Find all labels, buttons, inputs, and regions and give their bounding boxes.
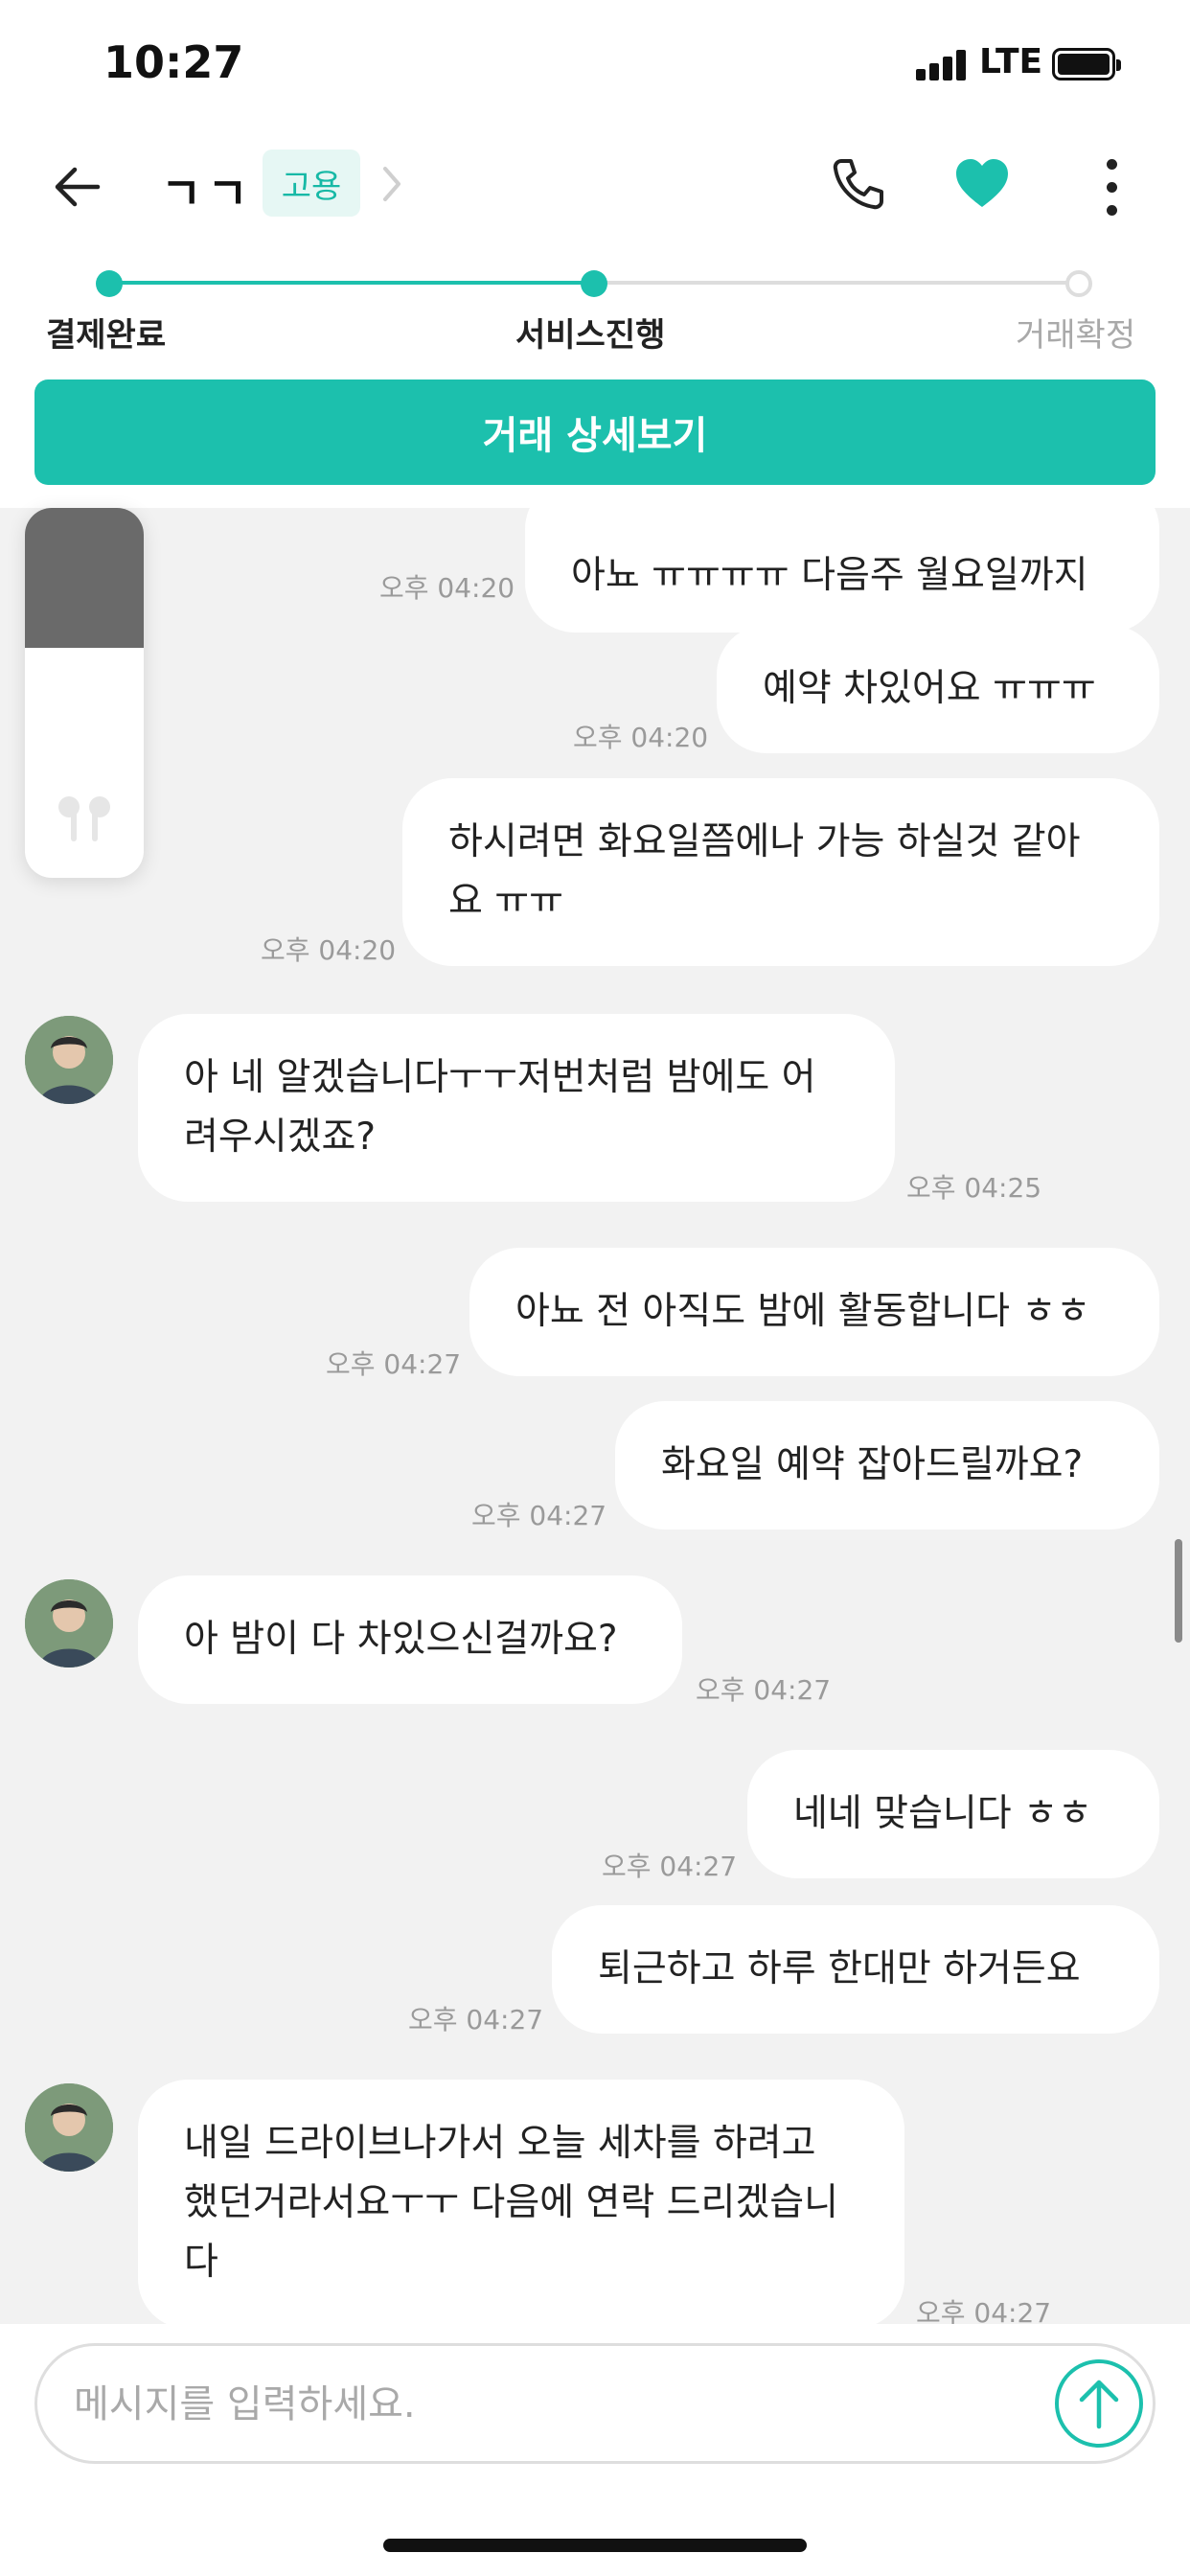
home-indicator	[383, 2539, 807, 2552]
network-label: LTE	[979, 42, 1043, 81]
message-bubble-them: 내일 드라이브나가서 오늘 세차를 하려고 했던거라서요ㅜㅜ 다음에 연락 드리…	[138, 2080, 904, 2324]
message-text: 퇴근하고 하루 한대만 하거든요	[598, 1947, 1081, 1990]
message-text: 아 네 알겠습니다ㅜㅜ저번처럼 밤에도 어려우시겠죠?	[184, 1056, 816, 1159]
message-time: 오후 04:27	[408, 2004, 544, 2036]
volume-level-fill	[25, 508, 144, 648]
message-time: 오후 04:20	[573, 722, 709, 753]
message-time: 오후 04:25	[906, 1172, 1042, 1204]
message-text: 하시려면 화요일쯤에나 가능 하실것 같아요 ㅠㅠ	[448, 820, 1081, 923]
send-arrow-icon[interactable]	[1053, 2358, 1145, 2450]
step-label-in-progress: 서비스진행	[515, 316, 666, 355]
more-icon[interactable]	[1102, 159, 1121, 217]
message-text: 네네 맞습니다 ㅎㅎ	[793, 1792, 1092, 1835]
message-time: 오후 04:27	[471, 1500, 607, 1531]
chevron-right-icon[interactable]	[378, 163, 406, 205]
message-text: 아뇨 전 아직도 밤에 활동합니다 ㅎㅎ	[515, 1290, 1091, 1333]
phone-icon[interactable]	[828, 153, 889, 215]
message-input[interactable]	[74, 2369, 1032, 2440]
earbuds-icon	[58, 796, 110, 841]
earbuds-volume-overlay[interactable]	[25, 508, 144, 878]
message-text: 아 밤이 다 차있으신걸까요?	[184, 1618, 618, 1661]
message-time: 오후 04:27	[696, 1674, 832, 1706]
message-time: 오후 04:27	[916, 2297, 1052, 2324]
signal-icon	[916, 50, 970, 80]
status-bar: 10:27 LTE	[0, 0, 1190, 125]
transaction-progress: 결제완료 서비스진행 거래확정	[0, 259, 1190, 364]
back-arrow-icon[interactable]	[48, 155, 111, 218]
message-bubble-them: 아 네 알겠습니다ㅜㅜ저번처럼 밤에도 어려우시겠죠?	[138, 1014, 895, 1202]
step-label-confirmed: 거래확정	[1016, 316, 1136, 355]
message-bubble-me: 퇴근하고 하루 한대만 하거든요	[552, 1905, 1159, 2034]
message-bubble-me: 예약 차있어요 ㅠㅠㅠ	[717, 625, 1159, 753]
message-time: 오후 04:27	[326, 1348, 462, 1380]
message-bubble-me: 아뇨 ㅠㅠㅠㅠ 다음주 월요일까지	[525, 508, 1159, 632]
message-time: 오후 04:20	[261, 934, 397, 966]
progress-line-done	[109, 281, 594, 285]
chat-title[interactable]: ㄱㄱ	[161, 159, 254, 222]
avatar[interactable]	[25, 2083, 113, 2172]
avatar[interactable]	[25, 1016, 113, 1104]
heart-icon[interactable]	[952, 155, 1012, 213]
message-time: 오후 04:20	[379, 572, 515, 604]
status-time: 10:27	[103, 36, 244, 88]
message-input-wrapper	[34, 2343, 1156, 2464]
avatar[interactable]	[25, 1579, 113, 1668]
transaction-detail-button[interactable]: 거래 상세보기	[34, 380, 1156, 485]
message-time: 오후 04:27	[602, 1851, 738, 1882]
message-bubble-me: 아뇨 전 아직도 밤에 활동합니다 ㅎㅎ	[469, 1248, 1159, 1376]
step-label-paid: 결제완료	[46, 316, 167, 355]
message-bubble-them: 아 밤이 다 차있으신걸까요?	[138, 1576, 682, 1704]
message-text: 예약 차있어요 ㅠㅠㅠ	[763, 667, 1096, 710]
message-bubble-me: 화요일 예약 잡아드릴까요?	[615, 1401, 1159, 1530]
message-text: 내일 드라이브나가서 오늘 세차를 하려고 했던거라서요ㅜㅜ 다음에 연락 드리…	[184, 2122, 839, 2284]
hire-badge: 고용	[263, 150, 360, 217]
message-bubble-me: 하시려면 화요일쯤에나 가능 하실것 같아요 ㅠㅠ	[402, 778, 1159, 966]
top-area: 10:27 LTE ㄱㄱ 고용 결제완료 서비스진행 거래확정 거래 상세보기	[0, 0, 1190, 508]
progress-line-pending	[594, 281, 1081, 285]
step-dot-in-progress	[581, 270, 607, 297]
message-composer	[0, 2324, 1190, 2576]
chat-scrollbar[interactable]	[1175, 1539, 1182, 1643]
battery-icon	[1052, 48, 1121, 80]
message-bubble-me: 네네 맞습니다 ㅎㅎ	[747, 1750, 1159, 1878]
message-text: 아뇨 ㅠㅠㅠㅠ 다음주 월요일까지	[571, 554, 1088, 597]
chat-header: ㄱㄱ 고용	[0, 134, 1190, 240]
message-text: 화요일 예약 잡아드릴까요?	[661, 1443, 1084, 1486]
chat-area[interactable]: 아뇨 ㅠㅠㅠㅠ 다음주 월요일까지 오후 04:20 예약 차있어요 ㅠㅠㅠ 오…	[0, 508, 1190, 2324]
step-dot-paid	[96, 270, 123, 297]
step-dot-confirmed	[1065, 270, 1092, 297]
